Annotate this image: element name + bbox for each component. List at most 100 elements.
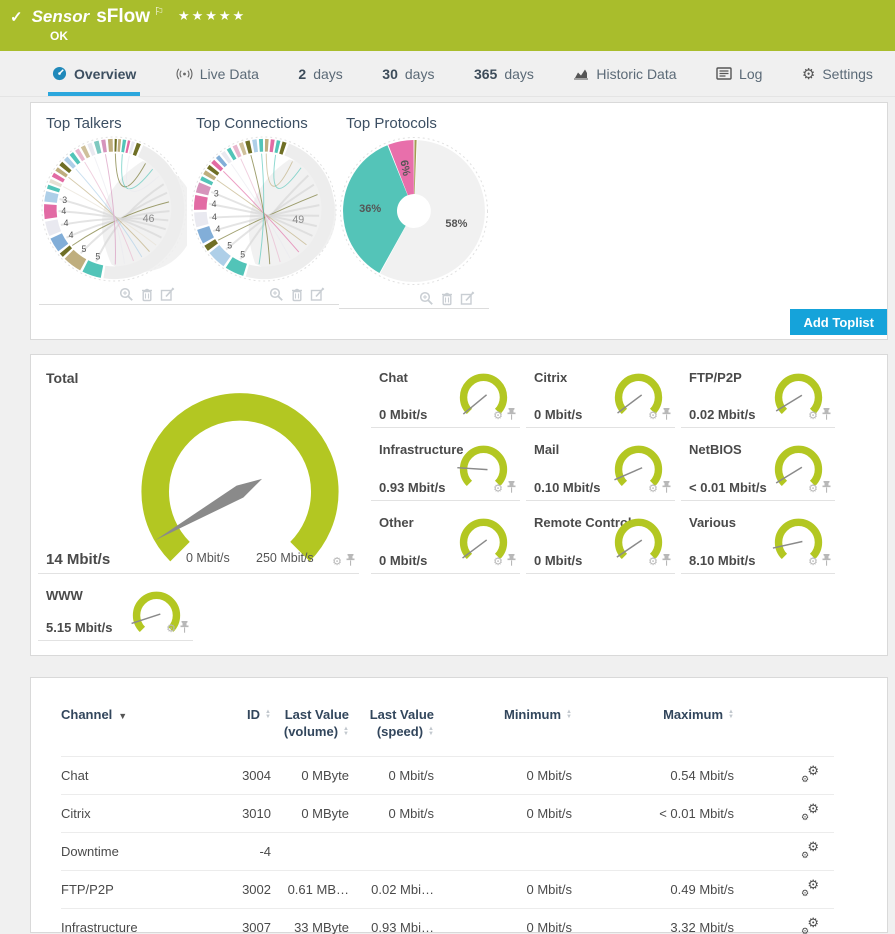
gauge-pin-icon[interactable] [180,620,189,638]
gauge-other: Other0 Mbit/s⚙ [371,510,520,574]
cell-channel: Downtime [61,833,201,871]
column-header-last-value-speed-[interactable]: Last Value (speed)▲▼ [349,702,434,757]
gauge-pin-icon[interactable] [822,553,831,571]
tab-live-data[interactable]: Live Data [172,51,263,96]
channel-table: Channel▼ID▲▼Last Value (volume)▲▼Last Va… [61,702,834,934]
gauge-settings-gear-icon[interactable]: ⚙ [493,484,503,494]
toplist-toolbar [189,287,339,305]
gauge-label: Total [46,370,78,386]
cell-id: 3010 [201,795,271,833]
gauge-icons: ⚙ [648,407,671,425]
gauge-total: Total0 Mbit/s250 Mbit/s14 Mbit/s⚙ [38,365,359,574]
gauge-pin-icon[interactable] [507,553,516,571]
gauge-mail: Mail0.10 Mbit/s⚙ [526,437,675,501]
cell-minimum: 0 Mbit/s [434,909,572,934]
cell-channel: Citrix [61,795,201,833]
gauge-label: Infrastructure [379,442,464,457]
gauge-pin-icon[interactable] [662,407,671,425]
add-toplist-button[interactable]: Add Toplist [790,309,887,335]
tab-settings[interactable]: ⚙Settings [798,51,877,96]
cell-last-value-volume-: 33 MByte [271,909,349,934]
tab-2-days[interactable]: 2days [294,51,346,96]
gauge-settings-gear-icon[interactable]: ⚙ [332,557,342,567]
zoom-icon[interactable] [419,291,434,311]
svg-text:5: 5 [95,251,100,261]
gauge-settings-gear-icon[interactable]: ⚙ [648,411,658,421]
gauge-value: 8.10 Mbit/s [689,553,755,568]
channel-settings-icon[interactable]: ⚙⚙ [801,918,819,934]
tab-log[interactable]: Log [712,51,766,96]
gauge-settings-gear-icon[interactable]: ⚙ [166,624,176,634]
channel-settings-icon[interactable]: ⚙⚙ [801,842,819,858]
svg-text:4: 4 [216,224,221,234]
gauge-pin-icon[interactable] [507,480,516,498]
priority-stars[interactable]: ★★★★★ [178,8,246,24]
status-badge: OK [50,29,885,43]
channel-settings-icon[interactable]: ⚙⚙ [801,766,819,782]
column-header-minimum[interactable]: Minimum▲▼ [434,702,572,757]
zoom-icon[interactable] [269,287,284,307]
gauge-value: 0 Mbit/s [534,407,582,422]
column-header-maximum[interactable]: Maximum▲▼ [572,702,734,757]
gauge-settings-gear-icon[interactable]: ⚙ [493,411,503,421]
svg-text:3: 3 [62,195,67,205]
cell-last-value-speed-: 0.02 Mbi… [349,871,434,909]
gauge-label: Mail [534,442,559,457]
tab-365-days[interactable]: 365days [470,51,538,96]
tab-historic-data[interactable]: Historic Data [569,51,680,96]
column-header-last-value-volume-[interactable]: Last Value (volume)▲▼ [271,702,349,757]
cell-last-value-volume- [271,833,349,871]
table-header-row: Channel▼ID▲▼Last Value (volume)▲▼Last Va… [61,702,834,757]
gauge-pin-icon[interactable] [822,407,831,425]
table-row[interactable]: FTP/P2P30020.61 MB…0.02 Mbi…0 Mbit/s0.49… [61,871,834,909]
zoom-icon[interactable] [119,287,134,307]
channel-settings-icon[interactable]: ⚙⚙ [801,880,819,896]
cell-maximum: 0.54 Mbit/s [572,757,734,795]
table-row[interactable]: Downtime-4⚙⚙ [61,833,834,871]
svg-text:3: 3 [214,188,219,198]
column-label: Maximum [663,707,723,722]
edit-icon[interactable] [460,291,475,311]
channel-table-panel: Channel▼ID▲▼Last Value (volume)▲▼Last Va… [30,677,888,933]
gauge-settings-gear-icon[interactable]: ⚙ [648,484,658,494]
check-status-icon: ✓ [10,8,23,26]
delete-icon[interactable] [290,287,304,307]
gauge-pin-icon[interactable] [662,553,671,571]
cell-last-value-volume-: 0 MByte [271,757,349,795]
cell-id: 3007 [201,909,271,934]
edit-icon[interactable] [160,287,175,307]
gauge-value: 0 Mbit/s [534,553,582,568]
gauge-settings-gear-icon[interactable]: ⚙ [808,484,818,494]
tab-30-days[interactable]: 30days [378,51,438,96]
channel-settings-icon[interactable]: ⚙⚙ [801,804,819,820]
gauge-settings-gear-icon[interactable]: ⚙ [808,411,818,421]
gauge-pin-icon[interactable] [507,407,516,425]
table-row[interactable]: Infrastructure300733 MByte0.93 Mbi…0 Mbi… [61,909,834,934]
flag-icon: ⚐ [154,5,164,18]
broadcast-icon [176,67,193,81]
toplist-title: Top Connections [189,115,339,132]
gauge-pin-icon[interactable] [662,480,671,498]
column-header-actions [734,702,834,757]
delete-icon[interactable] [440,291,454,311]
gauge-max-label: 250 Mbit/s [256,551,314,565]
gauge-settings-gear-icon[interactable]: ⚙ [808,557,818,567]
toplist-card-top-talkers: Top Talkers46554443 [39,115,189,309]
gauge-pin-icon[interactable] [822,480,831,498]
gauge-pin-icon[interactable] [346,553,355,571]
gauge-label: FTP/P2P [689,370,742,385]
column-header-id[interactable]: ID▲▼ [201,702,271,757]
tab-overview[interactable]: Overview [48,51,140,96]
chart-icon [573,67,589,80]
delete-icon[interactable] [140,287,154,307]
log-icon [716,67,732,80]
gauge-label: Chat [379,370,408,385]
gauge-settings-gear-icon[interactable]: ⚙ [648,557,658,567]
svg-text:4: 4 [69,230,74,240]
tab-label: Log [739,66,762,82]
column-header-channel[interactable]: Channel▼ [61,702,201,757]
edit-icon[interactable] [310,287,325,307]
table-row[interactable]: Chat30040 MByte0 Mbit/s0 Mbit/s0.54 Mbit… [61,757,834,795]
table-row[interactable]: Citrix30100 MByte0 Mbit/s0 Mbit/s< 0.01 … [61,795,834,833]
gauge-settings-gear-icon[interactable]: ⚙ [493,557,503,567]
